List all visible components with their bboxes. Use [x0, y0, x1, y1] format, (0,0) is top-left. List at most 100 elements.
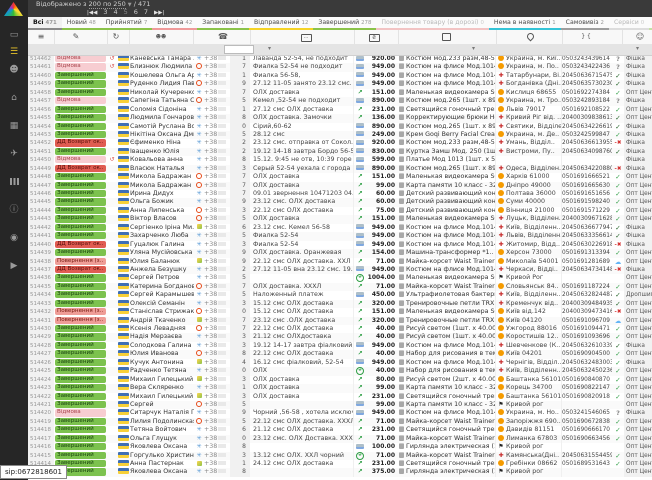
campaigns-icon[interactable]: ✈ — [0, 146, 28, 162]
table-row[interactable]: 514443ЗавершенийВіктор Власов+385ОЛХ дос… — [28, 215, 652, 223]
first-page-button[interactable]: |◀◀ — [87, 10, 97, 16]
table-row[interactable]: 514428ЗавершенийСолодкова Галина В..✳+38… — [28, 342, 652, 350]
table-row[interactable]: 514447ЗавершенийМикола Бадражан+387ОЛХ д… — [28, 182, 652, 190]
table-row[interactable]: 514429ЗавершенийНадія Мерзаєва✳+38321.12… — [28, 333, 652, 341]
tab-самовивіз[interactable]: Самовивіз2 — [561, 17, 609, 30]
screen-icon[interactable]: ▭ — [0, 27, 28, 43]
manager-column-icon[interactable]: ☺ — [630, 30, 650, 44]
payment-column-icon[interactable]: ₴ — [364, 30, 384, 44]
table-row[interactable]: 514419ЗавершенийЛилия Подолинская+38522.… — [28, 418, 652, 426]
tab-завершений[interactable]: Завершений278 — [313, 17, 376, 30]
table-row[interactable]: 514452ДД Возврат ок..Єфименко Ніна✳+3822… — [28, 139, 652, 147]
tab-відправлений[interactable]: Відправлений12 — [249, 17, 313, 30]
filter-dropdown-icon[interactable]: ▾ — [472, 45, 475, 52]
table-row[interactable]: 514416ЗавершенийЯковлева Оксана✳+388100.… — [28, 443, 652, 451]
page-7-button[interactable]: 7 — [144, 8, 148, 16]
history-column-icon[interactable]: ↻ — [106, 30, 126, 44]
watch-icon[interactable]: ◉ — [0, 230, 28, 246]
table-row[interactable]: 514426ЗавершенийКучук Антонина+38416.12 … — [28, 359, 652, 367]
table-row[interactable]: 514451ЗавершенийІващенко Юлія✳+38219.12 … — [28, 148, 652, 156]
filter-dropdown-icon[interactable]: ▾ — [636, 45, 639, 52]
table-row[interactable]: 514454ЗавершенийСамотій Руслана Во..✳+38… — [28, 123, 652, 131]
new-client-icon: ✳ — [196, 72, 201, 79]
last-page-button[interactable]: ▶▶| — [154, 10, 164, 16]
info-icon[interactable]: ⓘ — [0, 202, 28, 218]
table-row[interactable]: 514437ДД Возврат ок..Анжела Безушку✳+382… — [28, 266, 652, 274]
tab-нема-в-наявності[interactable]: Нема в наявності1 — [489, 17, 561, 30]
table-row[interactable]: 514425ЗавершенийРадченко Тетяна✳+380ОЛХ₴… — [28, 367, 652, 375]
messenger-badge-icon — [197, 317, 202, 322]
table-row[interactable]: 514417ЗавершенийОльга Глущук✳+38023.12 с… — [28, 435, 652, 443]
tab-повернення-товару-в-дорозі-[interactable]: Повернення товару (в дорозі)0 — [376, 17, 489, 30]
table-row[interactable]: 514430ЗавершенийКсенія Левадняя+38722.12… — [28, 325, 652, 333]
table-row[interactable]: 514422ЗавершенийМихаил Гилецький+383ОЛХ … — [28, 393, 652, 401]
company-icon[interactable]: ⌂ — [0, 90, 28, 106]
table-row[interactable]: 514433ЗавершенийОлексій Семанін✳+38315.1… — [28, 300, 652, 308]
table-row[interactable]: 514432Повернення (з..Станіслав Стрижак+3… — [28, 308, 652, 316]
note-column-icon[interactable]: ✎ — [66, 30, 86, 44]
order-id: 514419 — [28, 418, 54, 426]
table-row[interactable]: 514413ЗавершенийЯковлева Оксана✳+388↗375… — [28, 468, 652, 476]
table-row[interactable]: 514420ВідмоваСитарчук Наталія Гр..✳+389Ч… — [28, 409, 652, 417]
video-icon[interactable]: ▶ — [0, 258, 28, 274]
status-column-icon[interactable]: ≡ — [30, 30, 52, 44]
page-5-button[interactable]: 5 — [124, 8, 128, 16]
table-row[interactable]: 514461Відмова↺Близнюк Людмила ..+387Фиал… — [28, 63, 652, 71]
table-row[interactable]: 514445ЗавершенийОльга Божик✳+38923.12 см… — [28, 198, 652, 206]
table-row[interactable]: 514444ЗавершенийАнна Липенська+38322.12 … — [28, 207, 652, 215]
table-row[interactable]: 514415ЗавершенийГоргулько Христина..✳+38… — [28, 452, 652, 460]
table-row[interactable]: 514448ЗавершенийМикола Бадражан+387ОЛХ д… — [28, 173, 652, 181]
table-row[interactable]: 514421ЗавершенийСергей+38599.00Карта пам… — [28, 401, 652, 409]
table-row[interactable]: 514423ЗавершенийВера Скляренко✳+381ОЛХ д… — [28, 384, 652, 392]
tracking-column-icon[interactable]: } { — [576, 30, 596, 44]
table-row[interactable]: 514456ЗавершенийСоломія Сідоніна✳+38127.… — [28, 106, 652, 114]
tab-новий[interactable]: Новий48 — [62, 17, 101, 30]
table-row[interactable]: 514453ЗавершенийНікітіна Оксана Дми..✳+3… — [28, 131, 652, 139]
stats-icon[interactable] — [0, 174, 28, 190]
app-logo-icon[interactable] — [4, 2, 23, 16]
tab-відмова[interactable]: Відмова42 — [152, 17, 197, 30]
filter-input[interactable] — [224, 45, 254, 54]
tab-запаковані[interactable]: Запаковані1 — [197, 17, 249, 30]
table-row[interactable]: 514462Відмова↺Каневська Тамара ..✳+381Ла… — [28, 55, 652, 63]
table-row[interactable]: 514435ЗавершенийКатерина Богданова+387ОЛ… — [28, 283, 652, 291]
table-row[interactable]: 514438Повернення (з..Юлия Баланюк+38922.… — [28, 258, 652, 266]
table-row[interactable]: 514457ВідмоваСапегіна Татьяна С..+385Кем… — [28, 97, 652, 105]
table-row[interactable]: 514439ЗавершенийУляна Мусійовська✳+389ОЛ… — [28, 249, 652, 257]
page-6-button[interactable]: 6 — [134, 8, 138, 16]
table-row[interactable]: 514427ЗавершенийЮлия Иванова+38822.12 см… — [28, 350, 652, 358]
table-row[interactable]: 514450Відмова↺Ковальова анна✳+38815.12. … — [28, 156, 652, 164]
table-row[interactable]: 514434ЗавершенийСергей Карамышев✳+385Нал… — [28, 291, 652, 299]
table-row[interactable]: 514431Повернення (з..Андрій Ткаченко+387… — [28, 317, 652, 325]
tab-прийнятий[interactable]: Прийнятий7 — [101, 17, 152, 30]
table-row[interactable]: 514459ЗавершенийРуденко Лидия Пав..+3892… — [28, 80, 652, 88]
table-row[interactable]: 514436ЗавершенийСергей Петров✳+385₴1004.… — [28, 274, 652, 282]
table-row[interactable]: 514414ЗавершенийАнна Пастернак+38124.12 … — [28, 460, 652, 468]
table-row[interactable]: 514449ДД Возврат ок..Власюк Наталья✳+383… — [28, 165, 652, 173]
delivery-service-icon: ✚ — [496, 165, 506, 173]
tab-всі[interactable]: Всі471 — [28, 17, 62, 30]
table-row[interactable]: 514440ДД Возврат ок..Гуцалюк Галина✳+383… — [28, 241, 652, 249]
delivery-service-icon — [496, 131, 506, 139]
address-column-icon[interactable] — [520, 30, 540, 44]
comment-column-icon[interactable]: ··· — [296, 30, 316, 44]
table-row[interactable]: 514458ЗавершенийНиколай Кучеренко✳+387ОЛ… — [28, 89, 652, 97]
products-column-icon[interactable] — [436, 30, 456, 44]
phone-column-icon[interactable]: ☎ — [213, 30, 233, 44]
table-row[interactable]: 514441ЗавершенийЗахарченко Люба✳+385Фиал… — [28, 232, 652, 240]
table-row[interactable]: 514424ЗавершенийМихаил Гилецький+383ОЛХ … — [28, 376, 652, 384]
clients-column-icon[interactable]: ☻☻ — [150, 30, 172, 44]
contacts-icon[interactable]: ☻ — [0, 62, 28, 78]
table-row[interactable]: 514442ЗавершенийСергіенко Іріна Ми..+386… — [28, 224, 652, 232]
table-row[interactable]: 514460ЗавершенийКошелева Ольга Ар..✳+381… — [28, 72, 652, 80]
page-3-button[interactable]: 3 — [103, 8, 107, 16]
filter-dropdown-icon[interactable]: ▾ — [268, 45, 271, 52]
page-4-button[interactable]: 4 — [113, 8, 117, 16]
orders-icon[interactable]: ☰ — [0, 44, 28, 60]
table-row[interactable]: 514418ЗавершенийТетяна Войтович✳+38621.1… — [28, 426, 652, 434]
tab-сервіси[interactable]: Сервіси0 — [609, 17, 649, 30]
table-row[interactable]: 514455ЗавершенийЛюдмила Гончарова✳+388ОЛ… — [28, 114, 652, 122]
recall-icon — [107, 207, 117, 215]
table-row[interactable]: 514446ЗавершенийИрина Дидух✳+38709.01 зв… — [28, 190, 652, 198]
cart-icon[interactable]: ▦ — [0, 118, 28, 134]
